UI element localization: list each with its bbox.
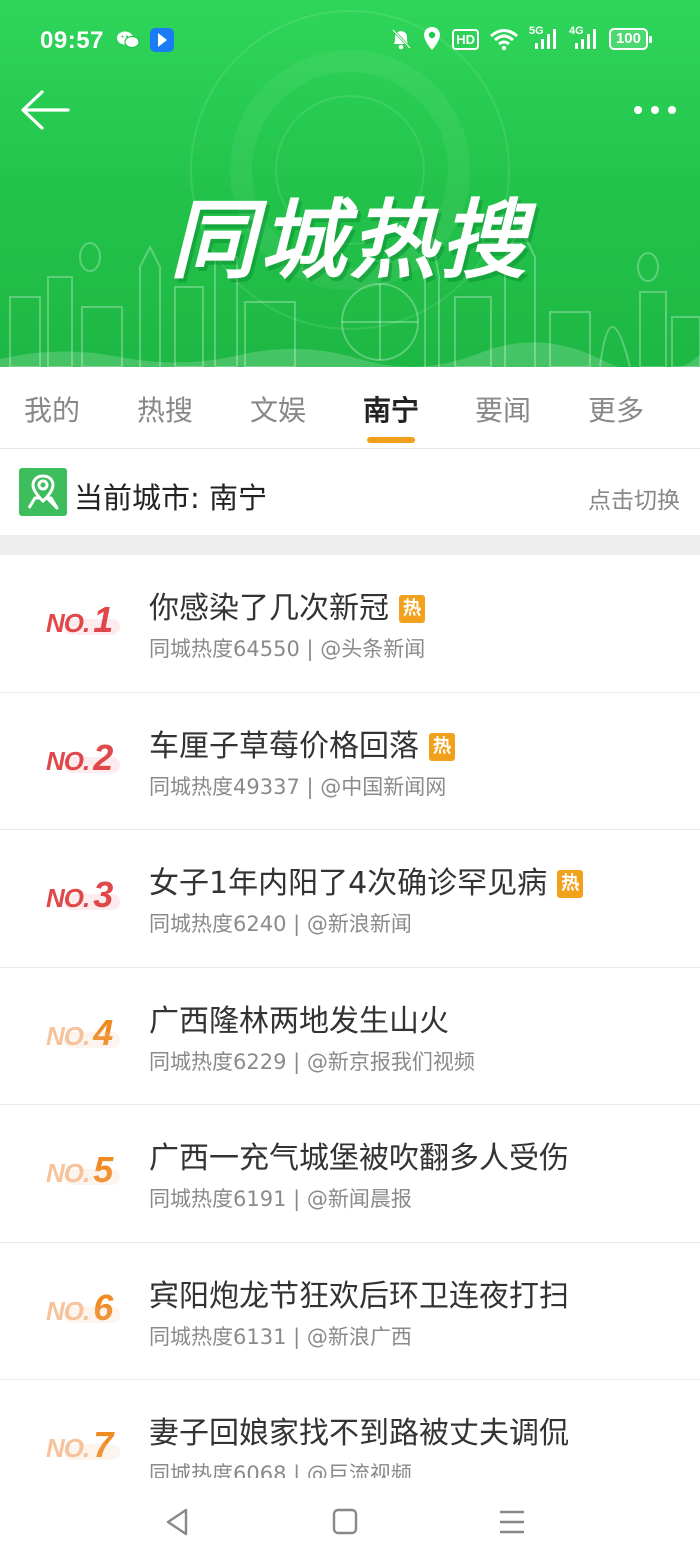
list-item[interactable]: NO. 6 宾阳炮龙节狂欢后环卫连夜打扫 同城热度6131 | @新浪广西 — [0, 1242, 700, 1380]
item-title: 广西隆林两地发生山火 — [149, 1003, 449, 1039]
list-item[interactable]: NO. 1 你感染了几次新冠热 同城热度64550 | @头条新闻 — [0, 555, 700, 693]
hot-badge: 热 — [399, 595, 425, 623]
signal-5g-icon: 5G — [529, 25, 559, 51]
section-divider — [0, 535, 700, 555]
more-dots-icon — [668, 106, 676, 114]
current-city-row[interactable]: 当前城市: 南宁 点击切换 — [0, 449, 700, 535]
active-tab-indicator — [367, 437, 415, 443]
battery-indicator: 100 — [608, 28, 653, 50]
category-tabs: 我的 热搜 文娱 南宁 要闻 更多 — [0, 367, 700, 449]
current-city-label: 当前城市: 南宁 — [74, 481, 267, 515]
rank-badge: NO. 1 — [46, 599, 126, 640]
hot-search-list: NO. 1 你感染了几次新冠热 同城热度64550 | @头条新闻 NO. 2 车厘… — [0, 555, 700, 1480]
wifi-icon — [490, 29, 518, 51]
rank-badge: NO. 2 — [46, 737, 126, 778]
item-title: 车厘子草莓价格回落热 — [149, 721, 455, 765]
nav-home-icon[interactable] — [325, 1504, 365, 1540]
wechat-icon — [117, 31, 140, 49]
item-title: 宾阳炮龙节狂欢后环卫连夜打扫 — [149, 1278, 569, 1314]
switch-city-link[interactable]: 点击切换 — [588, 481, 680, 515]
status-bar: 09:57 HD 5G 4G 100 — [0, 0, 700, 80]
tab-nanning[interactable]: 南宁 — [346, 389, 436, 429]
tab-mine[interactable]: 我的 — [7, 389, 97, 429]
notification-icons — [116, 28, 174, 52]
system-status-icons: HD 5G 4G 100 — [390, 25, 653, 52]
nav-menu-icon[interactable] — [492, 1504, 532, 1540]
item-title: 女子1年内阳了4次确诊罕见病热 — [149, 858, 584, 902]
list-item[interactable]: NO. 7 妻子回娘家找不到路被丈夫调侃 同城热度6068 | @巨流视频 — [0, 1380, 700, 1480]
back-arrow-icon[interactable] — [18, 88, 72, 132]
status-time: 09:57 — [40, 27, 104, 54]
item-title: 妻子回娘家找不到路被丈夫调侃 — [149, 1416, 569, 1451]
app-notification-icon — [150, 28, 174, 52]
tab-headlines[interactable]: 要闻 — [458, 389, 548, 429]
more-dots-icon — [651, 106, 659, 114]
list-item[interactable]: NO. 2 车厘子草莓价格回落热 同城热度49337 | @中国新闻网 — [0, 692, 700, 830]
tab-more[interactable]: 更多 — [571, 389, 661, 429]
location-icon — [424, 27, 441, 50]
page-title: 同城热搜 — [170, 191, 530, 291]
item-meta: 同城热度6240 | @新浪新闻 — [149, 912, 412, 936]
hot-badge: 热 — [557, 870, 584, 898]
list-item[interactable]: NO. 5 广西一充气城堡被吹翻多人受伤 同城热度6191 | @新闻晨报 — [0, 1105, 700, 1243]
system-navigation-bar — [0, 1478, 700, 1563]
rank-badge: NO. 7 — [46, 1424, 126, 1465]
tab-hot-search[interactable]: 热搜 — [120, 389, 210, 429]
rank-badge: NO. 6 — [46, 1287, 126, 1328]
item-title: 广西一充气城堡被吹翻多人受伤 — [149, 1141, 569, 1176]
item-meta: 同城热度6229 | @新京报我们视频 — [149, 1049, 475, 1074]
item-title: 你感染了几次新冠热 — [149, 583, 425, 627]
more-options-button[interactable] — [630, 96, 680, 126]
signal-4g-icon: 4G — [569, 25, 599, 51]
item-meta: 同城热度6131 | @新浪广西 — [149, 1324, 412, 1349]
list-item[interactable]: NO. 4 广西隆林两地发生山火 同城热度6229 | @新京报我们视频 — [0, 967, 700, 1105]
more-dots-icon — [634, 106, 642, 114]
item-meta: 同城热度6068 | @巨流视频 — [149, 1462, 412, 1480]
nav-back-icon[interactable] — [158, 1504, 198, 1540]
hot-badge: 热 — [429, 732, 455, 761]
rank-badge: NO. 3 — [46, 874, 126, 915]
map-location-icon — [19, 468, 67, 516]
rank-badge: NO. 4 — [46, 1012, 126, 1053]
bell-muted-icon — [392, 29, 412, 50]
rank-badge: NO. 5 — [46, 1149, 126, 1190]
item-meta: 同城热度6191 | @新闻晨报 — [149, 1187, 412, 1211]
item-meta: 同城热度49337 | @中国新闻网 — [149, 774, 447, 799]
list-item[interactable]: NO. 3 女子1年内阳了4次确诊罕见病热 同城热度6240 | @新浪新闻 — [0, 830, 700, 968]
tab-entertainment[interactable]: 文娱 — [233, 389, 323, 429]
item-meta: 同城热度64550 | @头条新闻 — [149, 637, 426, 661]
hd-icon: HD — [452, 28, 479, 50]
